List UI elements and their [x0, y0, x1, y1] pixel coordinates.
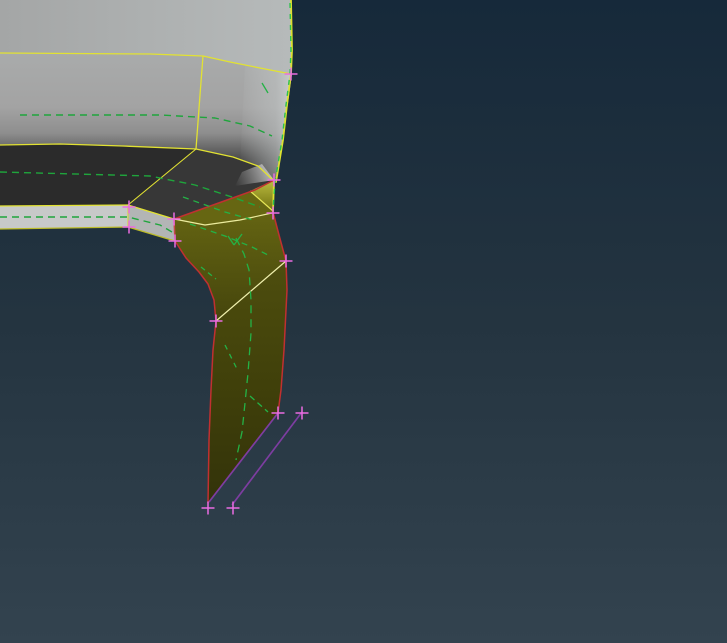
cad-3d-viewport[interactable]	[0, 0, 727, 643]
scene-svg	[0, 0, 727, 643]
